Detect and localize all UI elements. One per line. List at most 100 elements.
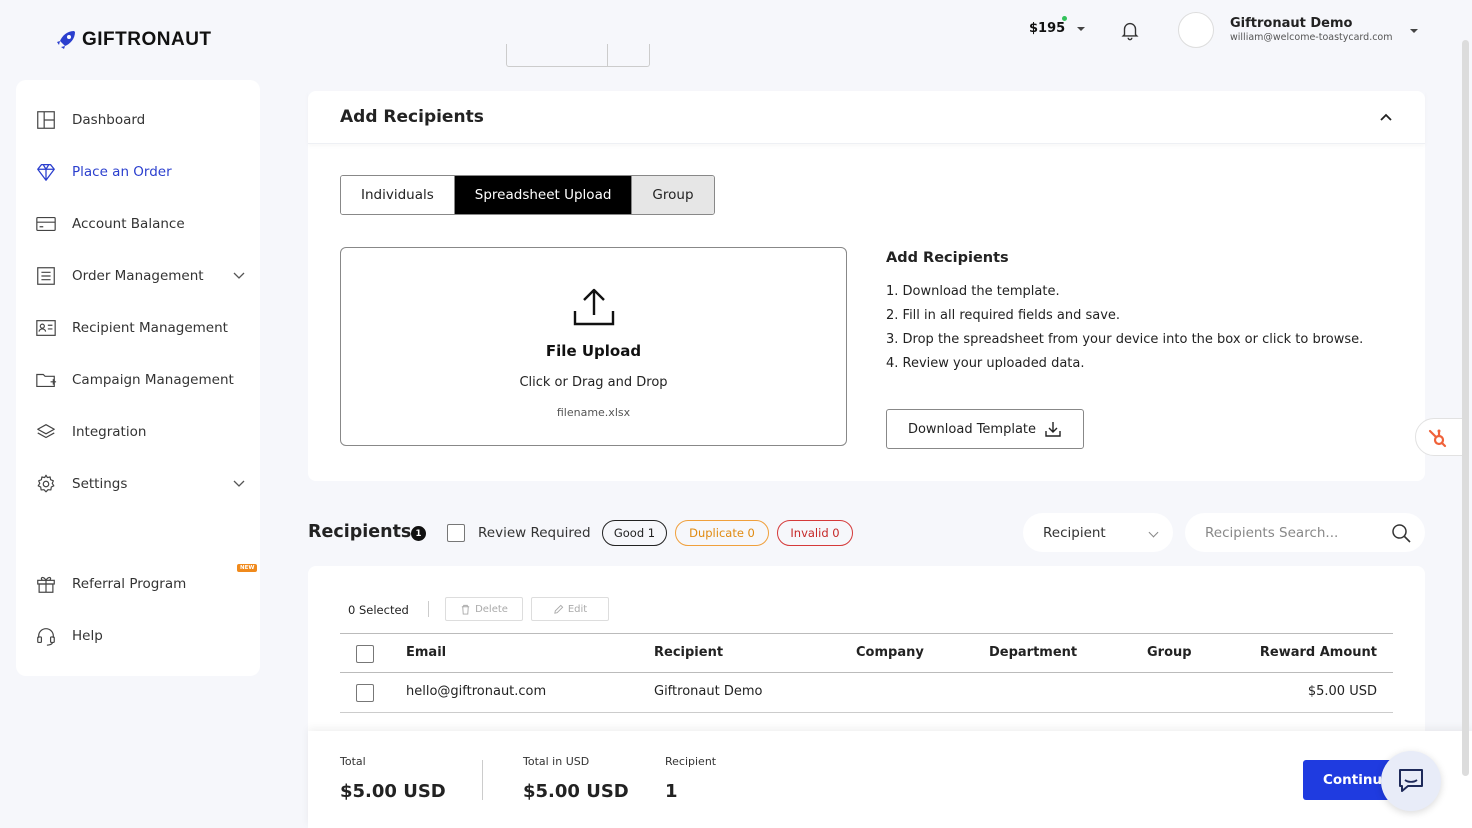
instruction-step: 2. Fill in all required fields and save. [886,308,1121,323]
bell-icon[interactable] [1119,19,1141,41]
sidebar-item-recipient-management[interactable]: Recipient Management [35,316,245,340]
chat-icon [1399,769,1423,792]
chevron-down-icon[interactable] [1410,29,1418,33]
instruction-step: 3. Drop the spreadsheet from your device… [886,332,1364,347]
sidebar-item-referral-program[interactable]: Referral Program [35,572,245,596]
file-dropzone[interactable]: File Upload Click or Drag and Drop filen… [340,247,847,446]
sidebar-item-label: Place an Order [72,164,172,180]
cell-reward-amount: $5.00 USD [1307,684,1377,699]
row-checkbox[interactable] [356,684,374,702]
total-value: $5.00 USD [340,781,446,802]
chat-widget-button[interactable] [1381,751,1441,811]
sidebar-item-label: Settings [72,476,128,492]
sidebar-item-settings[interactable]: Settings [35,472,245,496]
sidebar-item-label: Campaign Management [72,372,234,388]
balance-status-dot [1062,16,1067,21]
tab-individuals[interactable]: Individuals [341,176,455,214]
contact-card-icon [36,320,56,336]
invalid-filter-pill[interactable]: Invalid 0 [777,520,853,546]
good-filter-pill[interactable]: Good 1 [602,520,667,546]
column-header-group[interactable]: Group [1147,645,1192,660]
folder-plus-icon [36,373,57,388]
review-required-checkbox[interactable] [447,524,465,542]
download-icon [1045,422,1061,437]
cell-recipient: Giftronaut Demo [654,684,763,699]
chevron-down-icon [233,272,245,279]
column-header-email[interactable]: Email [406,645,446,660]
instructions-title: Add Recipients [886,250,1009,266]
search-icon[interactable] [1391,523,1411,543]
download-template-button[interactable]: Download Template [886,409,1084,449]
divider [482,760,483,800]
balance-dropdown[interactable]: $195 [1029,16,1086,36]
sidebar-item-place-order[interactable]: Place an Order [35,160,245,184]
delete-label: Delete [475,603,508,615]
user-email: william@welcome-toastycard.com [1230,32,1393,43]
diamond-icon [37,164,55,181]
chevron-down-icon [1077,26,1086,31]
cell-email: hello@giftronaut.com [406,684,547,699]
recipients-title: Recipients [308,522,412,542]
scrollbar[interactable] [1462,40,1469,776]
tab-spreadsheet-upload[interactable]: Spreadsheet Upload [454,176,633,214]
tab-group[interactable]: Group [632,176,714,214]
new-badge: NEW [237,564,258,572]
gift-icon [37,576,55,593]
order-summary-footer: Total $5.00 USD Total in USD $5.00 USD R… [308,731,1472,828]
table-row[interactable]: hello@giftronaut.com Giftronaut Demo $5.… [340,673,1393,713]
stepper-remnant [506,44,650,67]
add-recipients-header[interactable]: Add Recipients [308,91,1425,144]
delete-button[interactable]: Delete [445,597,523,621]
logo[interactable]: GIFTRONAUT [54,28,212,52]
card-icon [36,216,56,232]
sidebar-item-account-balance[interactable]: Account Balance [35,212,245,236]
divider [428,601,429,617]
hubspot-widget[interactable] [1415,418,1463,456]
list-icon [37,267,55,285]
chevron-down-icon [1148,527,1159,538]
select-all-checkbox[interactable] [356,645,374,663]
download-template-label: Download Template [907,421,1037,437]
edit-button[interactable]: Edit [531,597,609,621]
chevron-up-icon[interactable] [1379,110,1393,124]
edit-label: Edit [567,603,588,615]
instruction-step: 1. Download the template. [886,284,1060,299]
rocket-logo-icon [57,31,75,49]
sidebar-item-label: Referral Program [72,576,187,592]
user-menu[interactable]: Giftronaut Demo william@welcome-toastyca… [1230,16,1393,43]
column-header-department[interactable]: Department [989,645,1077,660]
sidebar-item-order-management[interactable]: Order Management [35,264,245,288]
total-label: Total [340,755,366,768]
column-header-recipient[interactable]: Recipient [654,645,723,660]
recipient-count-block: Recipient 1 [665,755,716,802]
upload-mode-tabs: Individuals Spreadsheet Upload Group [340,175,715,215]
pencil-icon [554,604,564,614]
recipient-count-value: 1 [665,781,678,802]
headset-icon [37,628,55,646]
dropzone-subtitle: Click or Drag and Drop [519,375,668,390]
table-header: Email Recipient Company Department Group… [340,633,1393,673]
recipients-search-input[interactable]: Recipients Search... [1185,513,1425,552]
dashboard-icon [37,111,55,129]
duplicate-filter-pill[interactable]: Duplicate 0 [675,520,769,546]
hubspot-icon [1428,429,1447,448]
search-field-select[interactable]: Recipient [1023,513,1173,552]
sidebar-item-label: Order Management [72,268,204,284]
sidebar-item-campaign-management[interactable]: Campaign Management [35,368,245,392]
instructions: Add Recipients 1. Download the template.… [886,250,1363,376]
column-header-company[interactable]: Company [856,645,924,660]
sidebar-item-integration[interactable]: Integration [35,420,245,444]
card-title: Add Recipients [340,107,484,127]
review-required-label[interactable]: Review Required [478,525,591,541]
total-usd-value: $5.00 USD [523,781,629,802]
total-usd-label: Total in USD [523,755,590,768]
trash-icon [461,604,470,615]
sidebar: Dashboard Place an Order Account Balance… [16,80,260,676]
sidebar-item-dashboard[interactable]: Dashboard [35,108,245,132]
search-field-value: Recipient [1043,524,1106,541]
add-recipients-card: Add Recipients Individuals Spreadsheet U… [308,91,1425,481]
dropzone-filename: filename.xlsx [556,406,631,419]
column-header-reward-amount[interactable]: Reward Amount [1260,645,1377,660]
avatar[interactable] [1178,12,1214,48]
sidebar-item-help[interactable]: Help [35,624,245,648]
